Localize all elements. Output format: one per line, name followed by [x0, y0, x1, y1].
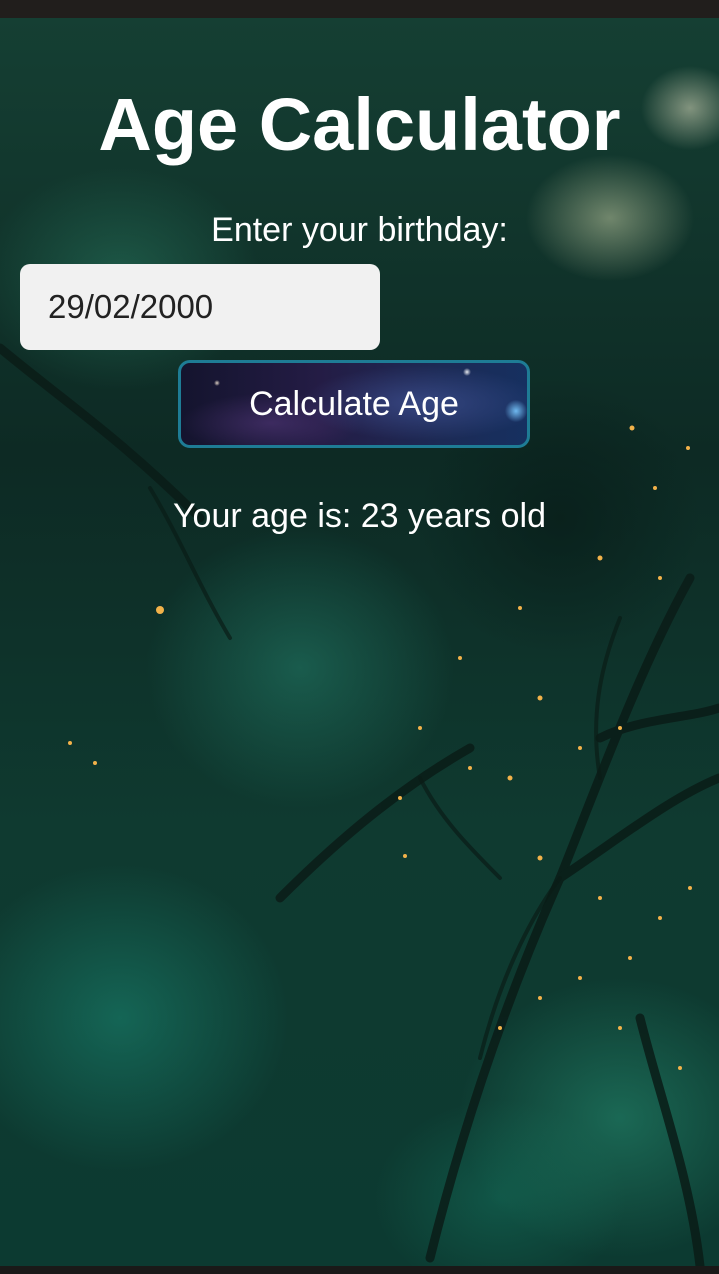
age-calculator-form: Age Calculator Enter your birthday: Calc… — [0, 0, 719, 1274]
birthday-input[interactable] — [20, 264, 380, 350]
page-title: Age Calculator — [98, 83, 621, 166]
calculate-age-button[interactable]: Calculate Age — [178, 360, 530, 448]
navigation-bar — [0, 1266, 719, 1274]
birthday-prompt-label: Enter your birthday: — [211, 211, 508, 249]
age-result-text: Your age is: 23 years old — [173, 497, 546, 535]
app-screen: Age Calculator Enter your birthday: Calc… — [0, 0, 719, 1274]
